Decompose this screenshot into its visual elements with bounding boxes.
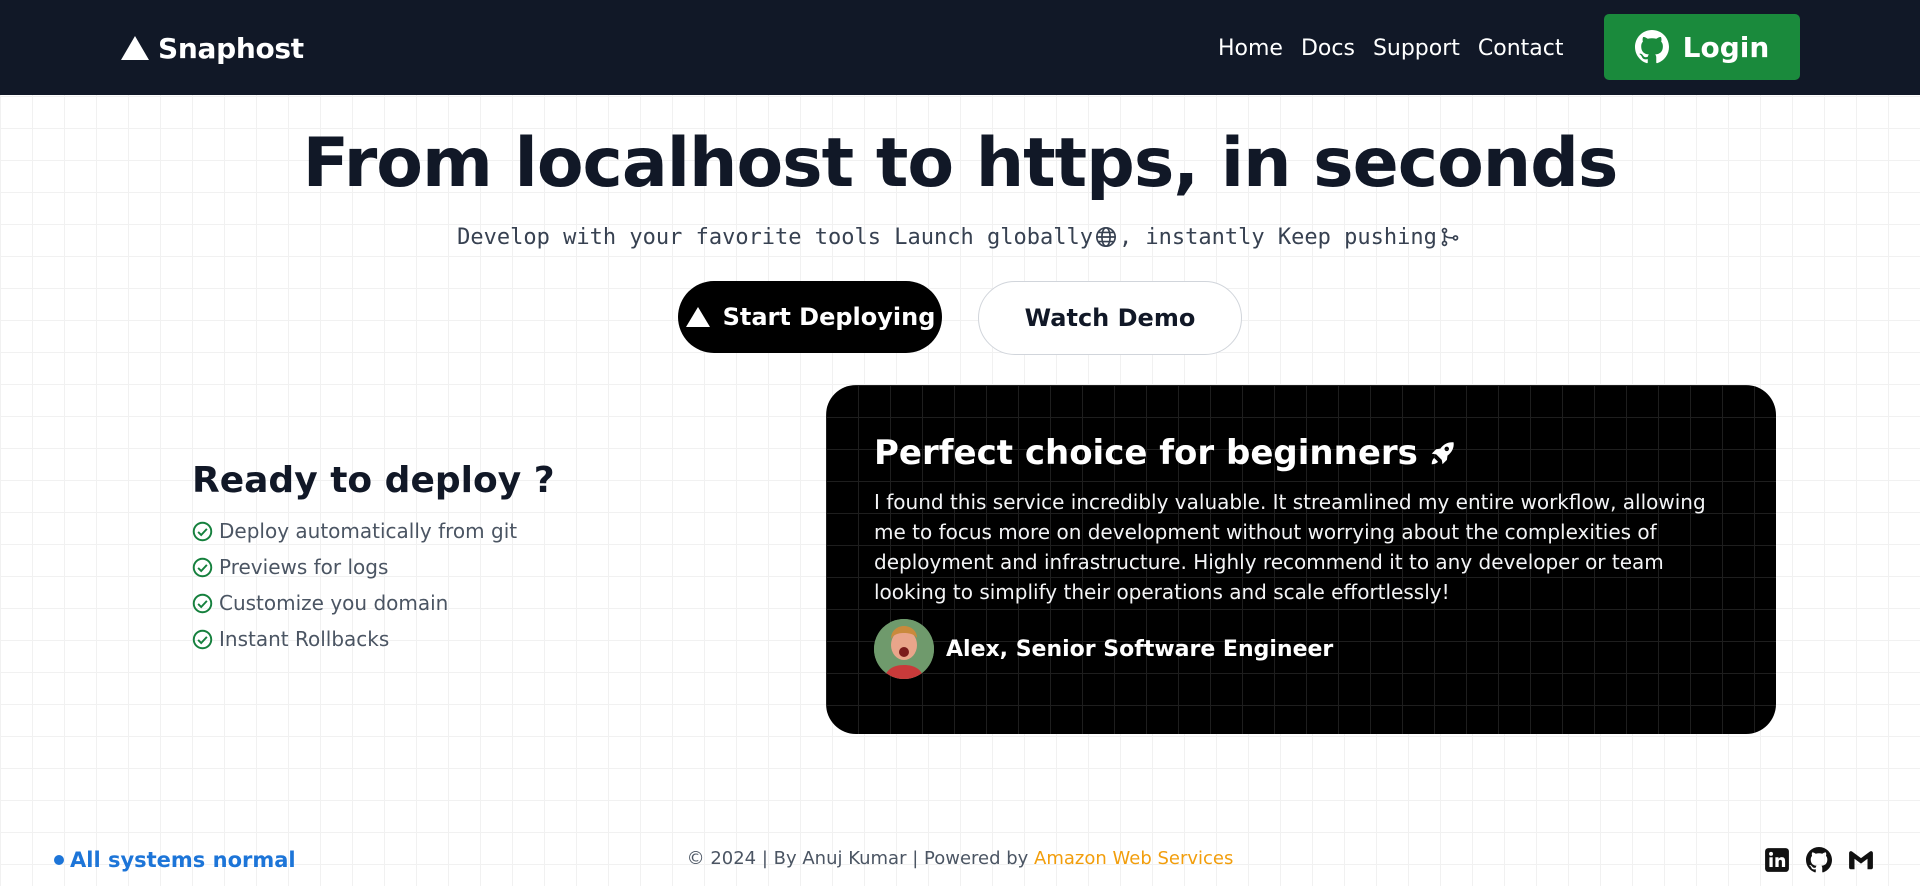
feature-label: Deploy automatically from git bbox=[219, 519, 518, 543]
feature-item: Instant Rollbacks bbox=[192, 621, 752, 657]
check-circle-icon bbox=[192, 557, 213, 577]
gmail-icon[interactable] bbox=[1848, 847, 1874, 873]
watch-demo-button[interactable]: Watch Demo bbox=[978, 281, 1242, 355]
rocket-icon bbox=[1431, 442, 1454, 465]
feature-item: Customize you domain bbox=[192, 585, 752, 621]
navbar: Snaphost Home Docs Support Contact Login bbox=[0, 0, 1920, 95]
hero-subtitle-part1: Develop with your favorite tools Launch … bbox=[457, 224, 1093, 250]
hero-title: From localhost to https, in seconds bbox=[302, 124, 1619, 203]
feature-label: Customize you domain bbox=[219, 591, 449, 615]
feature-item: Deploy automatically from git bbox=[192, 513, 752, 549]
copyright-text: © 2024 | By Anuj Kumar | Powered by bbox=[686, 848, 1035, 869]
nav-docs-link[interactable]: Docs bbox=[1301, 36, 1355, 61]
login-button[interactable]: Login bbox=[1604, 14, 1800, 80]
feature-list: Deploy automatically from git Previews f… bbox=[192, 513, 752, 657]
testimonial-author: Alex, Senior Software Engineer bbox=[874, 619, 1728, 679]
login-label: Login bbox=[1682, 30, 1770, 64]
hero-subtitle: Develop with your favorite tools Launch … bbox=[0, 224, 1920, 250]
feature-label: Instant Rollbacks bbox=[219, 627, 390, 651]
testimonial-card: Perfect choice for beginners I found thi… bbox=[826, 385, 1776, 734]
start-deploying-button[interactable]: Start Deploying bbox=[678, 281, 942, 353]
avatar bbox=[874, 619, 934, 679]
github-icon[interactable] bbox=[1806, 847, 1832, 873]
brand-name: Snaphost bbox=[158, 31, 304, 65]
features-section: Ready to deploy ? Deploy automatically f… bbox=[192, 460, 752, 657]
check-circle-icon bbox=[192, 629, 213, 649]
watch-demo-label: Watch Demo bbox=[1024, 304, 1196, 332]
nav-support-link[interactable]: Support bbox=[1373, 36, 1460, 61]
feature-item: Previews for logs bbox=[192, 549, 752, 585]
check-circle-icon bbox=[192, 521, 213, 541]
nav-home-link[interactable]: Home bbox=[1218, 36, 1283, 61]
footer-copyright: © 2024 | By Anuj Kumar | Powered by Amaz… bbox=[0, 848, 1920, 869]
linkedin-icon[interactable] bbox=[1764, 847, 1790, 873]
feature-label: Previews for logs bbox=[219, 555, 389, 579]
start-deploying-label: Start Deploying bbox=[722, 303, 936, 331]
git-branch-icon bbox=[1437, 224, 1463, 250]
triangle-icon bbox=[685, 307, 710, 327]
features-title: Ready to deploy ? bbox=[192, 460, 555, 501]
github-icon bbox=[1634, 30, 1669, 64]
nav-links: Home Docs Support Contact bbox=[1218, 30, 1564, 66]
testimonial-body: I found this service incredibly valuable… bbox=[874, 490, 1706, 604]
brand[interactable]: Snaphost bbox=[120, 26, 304, 70]
check-circle-icon bbox=[192, 593, 213, 613]
hero-subtitle-part2: , instantly Keep pushing bbox=[1118, 224, 1437, 250]
social-links bbox=[1764, 847, 1874, 873]
aws-link[interactable]: Amazon Web Services bbox=[1034, 848, 1233, 869]
nav-contact-link[interactable]: Contact bbox=[1478, 36, 1564, 61]
author-name: Alex, Senior Software Engineer bbox=[946, 636, 1334, 662]
triangle-logo-icon bbox=[121, 36, 149, 60]
globe-icon bbox=[1093, 224, 1119, 250]
testimonial-heading-text: Perfect choice for beginners bbox=[874, 433, 1418, 473]
testimonial-heading: Perfect choice for beginners bbox=[874, 433, 1728, 473]
